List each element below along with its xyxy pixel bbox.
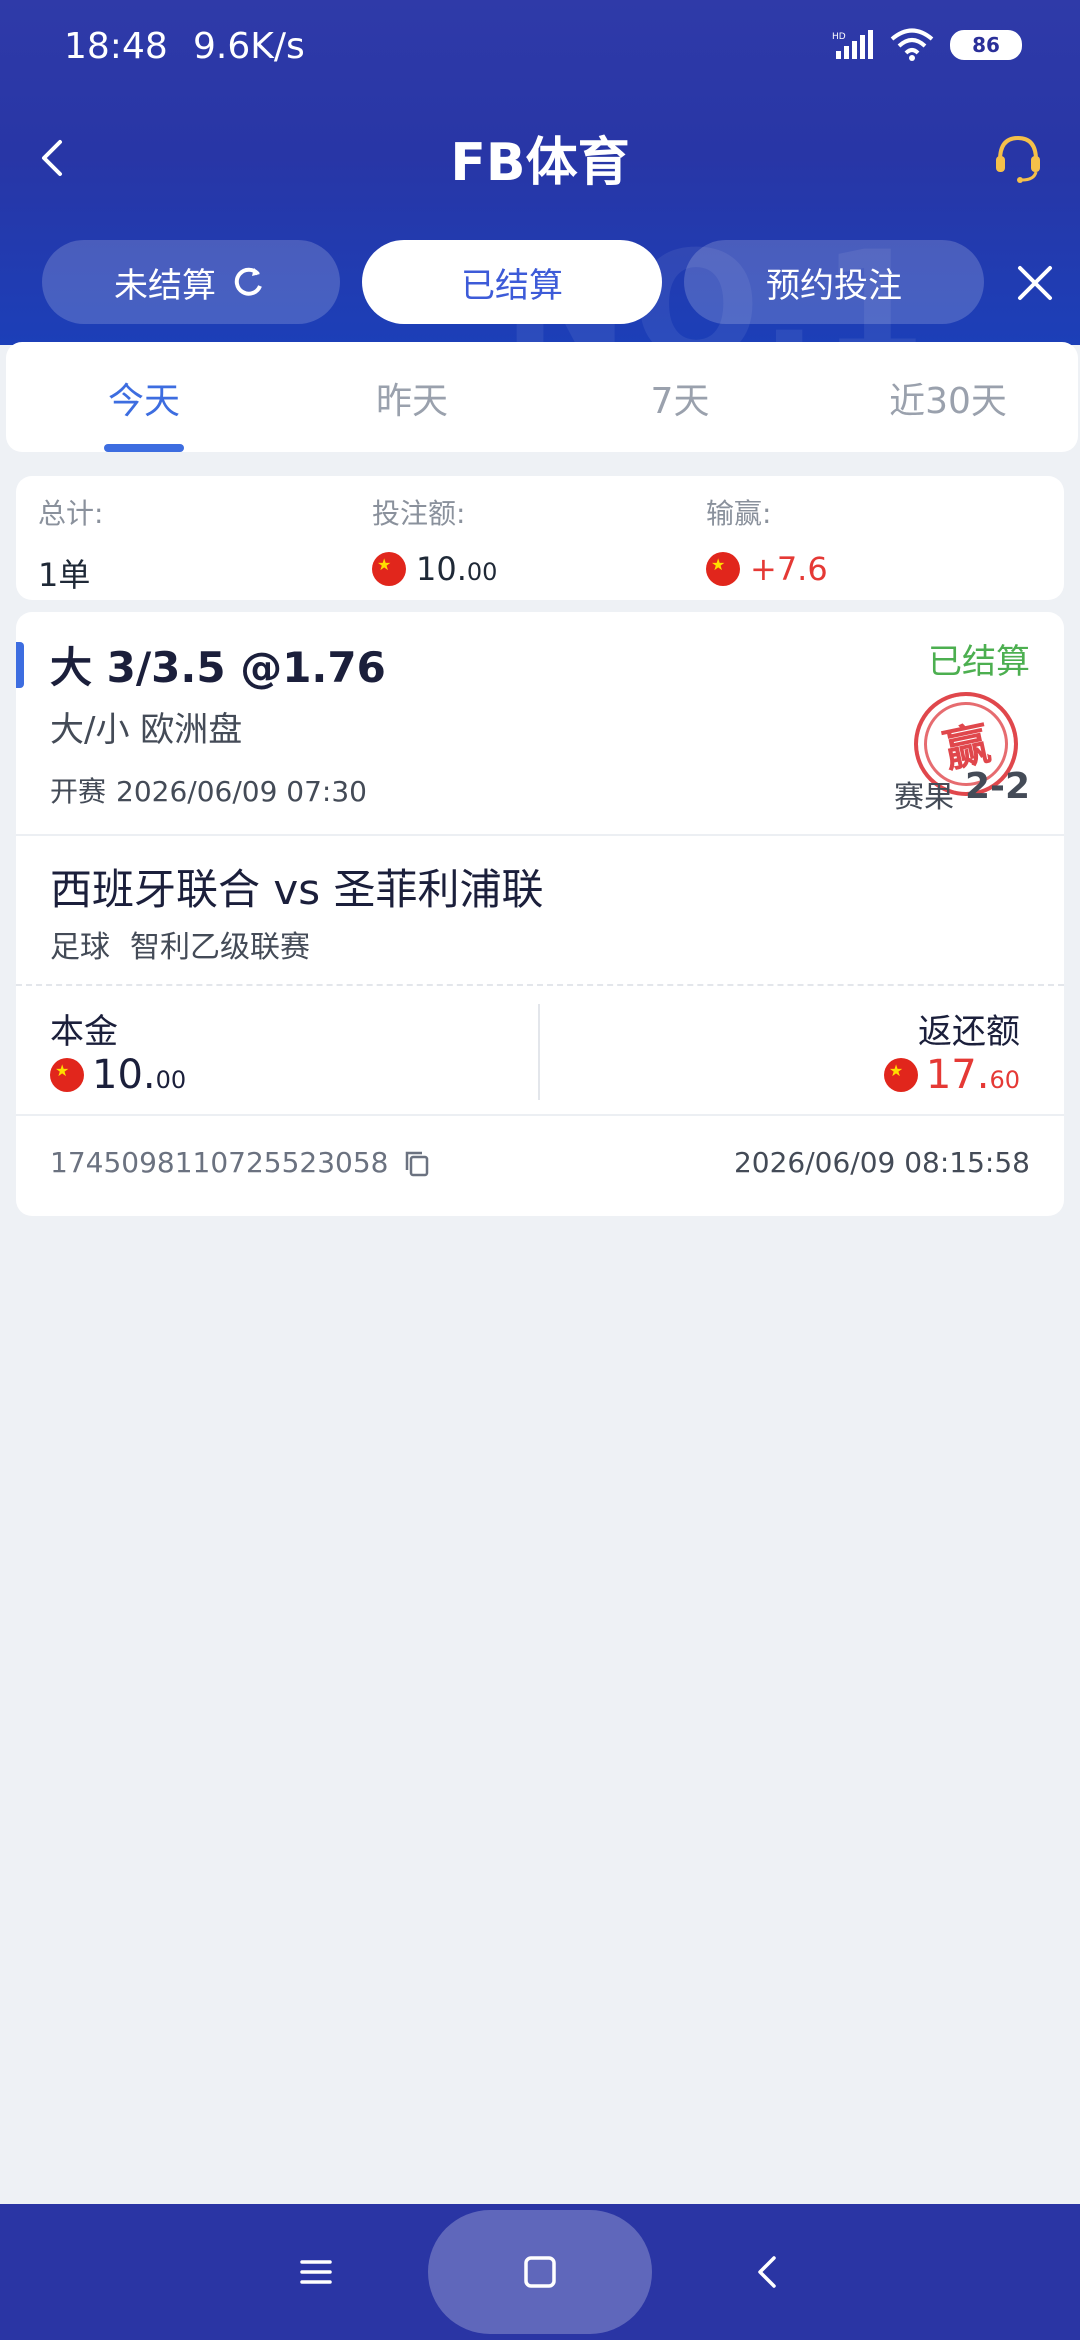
total-label: 总计: [38,497,104,530]
battery-icon: 86 [950,30,1022,60]
status-icons: HD 86 [832,28,1022,62]
summary-winloss: 输赢: +7.6 [706,492,828,588]
back-nav-icon[interactable] [736,2240,800,2304]
tab-yesterday[interactable]: 昨天 [312,372,512,424]
stake-value: 10.00 [372,550,497,588]
tab-7-days[interactable]: 7天 [580,372,780,424]
stake-int: 10. [416,550,467,588]
wifi-icon [890,28,934,61]
signal-icon: HD [832,30,873,59]
principal-label: 本金 [50,1012,118,1052]
home-square-icon [524,2256,556,2288]
home-button[interactable] [428,2210,652,2334]
system-nav-bar [0,2204,1080,2340]
bet-selection: 大 3/3.5 @1.76 [50,643,386,692]
cny-flag-icon [883,1058,918,1092]
league-row: 足球 智利乙级联赛 [50,922,310,966]
tab-today[interactable]: 今天 [44,372,244,424]
match-score: 2-2 [964,766,1030,807]
order-time: 2026/06/09 08:15:58 [733,1146,1030,1179]
tab-settled-label: 已结算 [461,265,563,306]
bet-status: 已结算 [928,642,1030,682]
winloss-label: 输赢: [706,497,772,530]
status-bar: 18:48 9.6K/s HD 86 [0,0,1080,100]
score-label: 赛果 [894,780,954,815]
accent-bar [16,642,24,688]
active-tab-indicator [104,444,184,452]
bet-card[interactable]: 大 3/3.5 @1.76 已结算 大/小 欧洲盘 开赛 2026/06/09 0… [16,612,1064,1216]
divider [16,1114,1064,1116]
page-title: FB体育 [450,133,630,193]
kickoff-row: 开赛 2026/06/09 07:30 [50,770,367,810]
principal-int: 10. [92,1052,156,1098]
kickoff-time: 2026/06/09 07:30 [116,775,367,808]
divider [16,834,1064,836]
copy-icon[interactable] [402,1148,432,1178]
winloss-value: +7.6 [706,550,828,588]
bet-market: 大/小 欧洲盘 [50,710,243,750]
refresh-icon[interactable] [228,262,268,302]
cny-flag-icon [706,552,740,586]
summary-total: 总计: 1单 [38,492,103,596]
cny-flag-icon [50,1058,84,1092]
tab-unsettled[interactable]: 未结算 [42,240,340,324]
dashed-divider [16,984,1064,986]
battery-level: 86 [972,33,1000,57]
order-id-row: 1745098110725523058 [50,1146,432,1179]
order-id: 1745098110725523058 [50,1146,389,1179]
tab-settled[interactable]: 已结算 [362,240,662,324]
total-count: 1单 [38,556,91,594]
customer-service-icon[interactable] [988,128,1048,188]
league-name: 智利乙级联赛 [130,930,310,965]
principal-dec: 00 [155,1066,187,1094]
svg-text:HD: HD [832,32,846,42]
summary-card: 总计: 1单 投注额: 10.00 输赢: +7.6 [16,476,1064,600]
sport-name: 足球 [50,930,110,965]
tab-unsettled-label: 未结算 [114,265,216,306]
return-label: 返还额 [918,1012,1020,1052]
summary-stake: 投注额: 10.00 [372,492,497,588]
tab-reserved-label: 预约投注 [766,265,902,306]
period-tabs: 今天 昨天 7天 近30天 [6,342,1078,452]
settlement-tabs: 未结算 已结算 预约投注 [42,240,1042,324]
app-header: NO.1 18:48 9.6K/s HD 86 FB体育 未结算 已结算 预约投… [0,0,1080,345]
stake-label: 投注额: [372,497,466,530]
winloss-amount: +7.6 [750,550,828,588]
stake-dec: 00 [466,558,498,586]
tab-30-days[interactable]: 近30天 [848,372,1048,424]
total-value: 1单 [38,550,103,596]
menu-icon[interactable] [284,2240,348,2304]
return-value: 17.60 [883,1052,1020,1098]
cny-flag-icon [372,552,406,586]
match-name: 西班牙联合 vs 圣菲利浦联 [50,865,544,914]
close-icon[interactable] [1010,258,1060,308]
status-time: 18:48 [64,26,168,67]
return-int: 17. [925,1052,990,1098]
kickoff-label: 开赛 [50,775,107,808]
principal-value: 10.00 [50,1052,186,1098]
vertical-divider [538,1004,540,1100]
tab-reserved-bets[interactable]: 预约投注 [684,240,984,324]
status-network-speed: 9.6K/s [193,26,305,67]
return-dec: 60 [989,1066,1020,1094]
